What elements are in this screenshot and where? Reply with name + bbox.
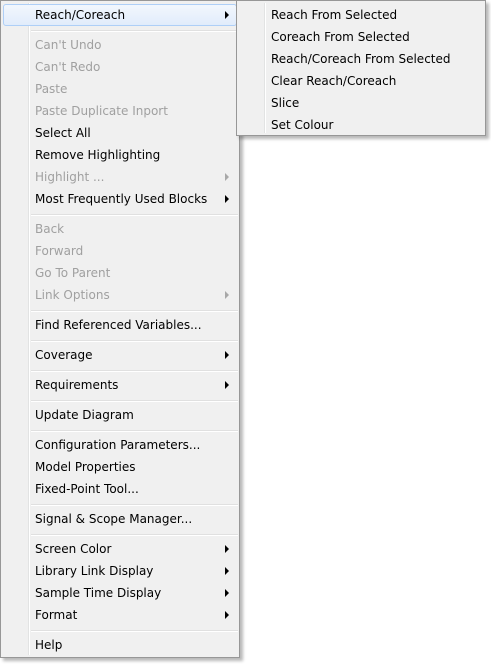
menu-item-label: Find Referenced Variables... [35,318,202,332]
menu-separator [31,400,238,402]
menu-item-label: Format [35,608,78,622]
menu-separator [31,534,238,536]
context-menu: Reach/Coreach Can't Undo Can't Redo Past… [0,0,240,658]
menu-item-label: Fixed-Point Tool... [35,482,139,496]
submenu-arrow-icon [225,545,229,553]
submenu-item-reach-coreach-from-selected[interactable]: Reach/Coreach From Selected [239,48,483,70]
menu-item-help[interactable]: Help [3,634,237,656]
menu-item-label: Help [35,638,63,652]
menu-item-screen-color[interactable]: Screen Color [3,538,237,560]
submenu-arrow-icon [225,195,229,203]
submenu-item-reach-from-selected[interactable]: Reach From Selected [239,4,483,26]
menu-item-requirements[interactable]: Requirements [3,374,237,396]
menu-item-select-all[interactable]: Select All [3,122,237,144]
menu-item-label: Forward [35,244,84,258]
menu-item-label: Update Diagram [35,408,134,422]
menu-item-find-referenced-variables[interactable]: Find Referenced Variables... [3,314,237,336]
menu-item-paste[interactable]: Paste [3,78,237,100]
menu-item-label: Can't Redo [35,60,101,74]
submenu-item-slice[interactable]: Slice [239,92,483,114]
menu-item-forward[interactable]: Forward [3,240,237,262]
menu-item-configuration-parameters[interactable]: Configuration Parameters... [3,434,237,456]
submenu-arrow-icon [225,173,229,181]
submenu-item-coreach-from-selected[interactable]: Coreach From Selected [239,26,483,48]
menu-item-reach-coreach[interactable]: Reach/Coreach [3,4,237,26]
submenu-arrow-icon [225,11,229,19]
menu-item-label: Highlight ... [35,170,105,184]
submenu-arrow-icon [225,351,229,359]
submenu-item-label: Slice [271,96,300,110]
submenu-item-label: Reach From Selected [271,8,398,22]
menu-item-format[interactable]: Format [3,604,237,626]
submenu-arrow-icon [225,291,229,299]
menu-separator [31,30,238,32]
menu-item-label: Go To Parent [35,266,111,280]
submenu-item-clear-reach-coreach[interactable]: Clear Reach/Coreach [239,70,483,92]
menu-item-signal-scope-manager[interactable]: Signal & Scope Manager... [3,508,237,530]
menu-item-label: Select All [35,126,91,140]
menu-item-model-properties[interactable]: Model Properties [3,456,237,478]
menu-item-label: Sample Time Display [35,586,162,600]
menu-item-update-diagram[interactable]: Update Diagram [3,404,237,426]
submenu-item-label: Set Colour [271,118,334,132]
menu-item-highlight[interactable]: Highlight ... [3,166,237,188]
submenu-arrow-icon [225,381,229,389]
submenu-item-label: Coreach From Selected [271,30,410,44]
reach-coreach-submenu: Reach From Selected Coreach From Selecte… [236,0,486,136]
menu-item-label: Model Properties [35,460,136,474]
menu-item-label: Link Options [35,288,110,302]
menu-item-coverage[interactable]: Coverage [3,344,237,366]
menu-separator [31,630,238,632]
menu-item-label: Most Frequently Used Blocks [35,192,208,206]
menu-separator [31,430,238,432]
submenu-arrow-icon [225,611,229,619]
menu-item-label: Screen Color [35,542,112,556]
menu-item-paste-duplicate-inport[interactable]: Paste Duplicate Inport [3,100,237,122]
submenu-arrow-icon [225,567,229,575]
submenu-item-set-colour[interactable]: Set Colour [239,114,483,136]
menu-item-label: Back [35,222,65,236]
menu-item-label: Reach/Coreach [35,8,126,22]
menu-separator [31,504,238,506]
menu-item-label: Remove Highlighting [35,148,161,162]
menu-item-remove-highlighting[interactable]: Remove Highlighting [3,144,237,166]
menu-item-label: Paste [35,82,68,96]
menu-separator [31,340,238,342]
menu-item-label: Can't Undo [35,38,102,52]
menu-item-fixed-point-tool[interactable]: Fixed-Point Tool... [3,478,237,500]
menu-item-redo[interactable]: Can't Redo [3,56,237,78]
menu-item-label: Coverage [35,348,93,362]
menu-item-label: Paste Duplicate Inport [35,104,168,118]
menu-item-link-options[interactable]: Link Options [3,284,237,306]
menu-separator [31,310,238,312]
menu-item-back[interactable]: Back [3,218,237,240]
menu-item-label: Signal & Scope Manager... [35,512,193,526]
menu-separator [31,370,238,372]
menu-item-most-frequently-used-blocks[interactable]: Most Frequently Used Blocks [3,188,237,210]
submenu-item-label: Reach/Coreach From Selected [271,52,451,66]
menu-item-label: Configuration Parameters... [35,438,201,452]
menu-item-sample-time-display[interactable]: Sample Time Display [3,582,237,604]
menu-item-undo[interactable]: Can't Undo [3,34,237,56]
menu-item-label: Library Link Display [35,564,154,578]
submenu-arrow-icon [225,589,229,597]
submenu-item-label: Clear Reach/Coreach [271,74,397,88]
menu-item-label: Requirements [35,378,119,392]
menu-item-go-to-parent[interactable]: Go To Parent [3,262,237,284]
menu-separator [31,214,238,216]
menu-item-library-link-display[interactable]: Library Link Display [3,560,237,582]
